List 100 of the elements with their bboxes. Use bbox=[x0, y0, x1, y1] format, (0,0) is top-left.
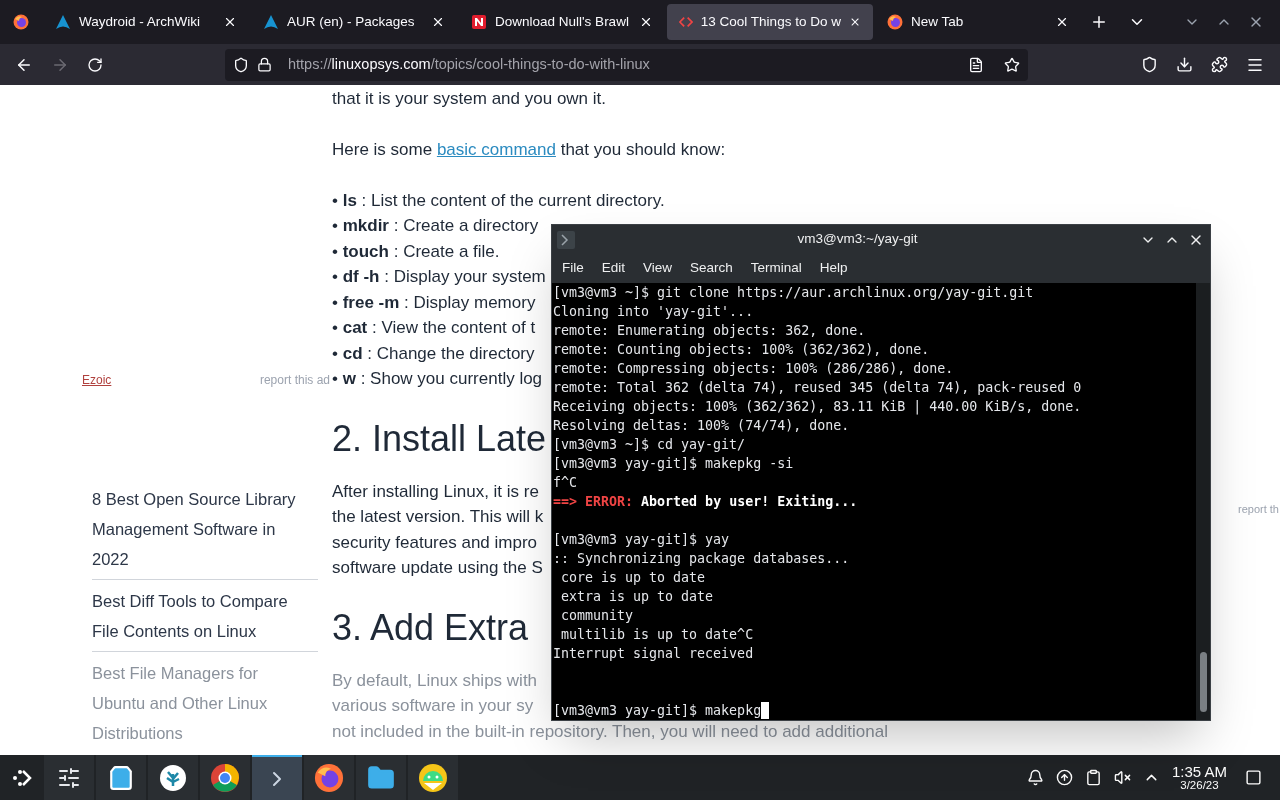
code-icon bbox=[679, 14, 693, 30]
paragraph-line: the latest version. This will k bbox=[332, 506, 544, 528]
menu-item[interactable]: Terminal bbox=[743, 258, 809, 279]
related-article-link[interactable]: 8 Best Open Source Library Management Software in 2022 bbox=[92, 484, 318, 580]
menu-item[interactable]: Search bbox=[683, 258, 740, 279]
reader-view-icon[interactable] bbox=[968, 56, 984, 73]
bullet-item: • df -h : Display your system bbox=[332, 266, 546, 288]
clipboard-icon[interactable] bbox=[1084, 769, 1102, 786]
terminal-line: multilib is up to date^C bbox=[560, 626, 755, 644]
terminal-line: Resolving deltas: 100% (74/74), done. bbox=[553, 417, 851, 435]
terminal-line: [vm3@vm3 ~]$ cd yay-git/ bbox=[553, 436, 747, 454]
menu-item[interactable]: View bbox=[636, 258, 680, 279]
terminal-line: remote: Total 362 (delta 74), reused 345 (delta 74), pack-reused 0 bbox=[553, 379, 1083, 397]
paragraph-text: Here is some bbox=[332, 140, 434, 159]
folder-icon bbox=[367, 763, 395, 792]
url-scheme: https:// bbox=[288, 55, 332, 72]
tab-title: New Tab bbox=[911, 12, 965, 31]
browser-tab[interactable]: New Tab bbox=[875, 4, 1081, 40]
bullet-item: • ls : List the content of the current directory. bbox=[332, 189, 665, 212]
new-tab-icon[interactable] bbox=[1090, 13, 1108, 31]
terminal-line: [vm3@vm3 yay-git]$ makepkg -si bbox=[553, 455, 795, 473]
tab-title: 13 Cool Things to Do w bbox=[700, 12, 841, 31]
window-title: vm3@vm3:~/yay-git bbox=[796, 230, 919, 249]
bullet-item: • w : Show you currently log bbox=[332, 368, 543, 390]
paragraph-line: software update using the S bbox=[332, 557, 543, 579]
error-label: ==> ERROR: bbox=[553, 494, 634, 509]
close-icon[interactable] bbox=[1055, 15, 1069, 29]
bullet-item: • touch : Create a file. bbox=[332, 240, 500, 263]
terminal-line: remote: Compressing objects: 100% (286/286), done. bbox=[553, 360, 955, 378]
paragraph-line: security features and impro bbox=[332, 531, 538, 554]
terminal-line: core is up to date bbox=[560, 569, 707, 587]
update-icon[interactable] bbox=[1055, 769, 1073, 786]
terminal-app-icon[interactable] bbox=[557, 230, 575, 249]
taskbar-app-button[interactable] bbox=[200, 755, 250, 800]
paragraph-text: that it is your system and you own it. bbox=[332, 88, 607, 110]
coral-app-icon bbox=[159, 763, 187, 792]
news-logo-icon bbox=[471, 14, 487, 30]
muted-speaker-icon[interactable] bbox=[1113, 769, 1131, 786]
terminal-line: [vm3@vm3 yay-git]$ yay bbox=[553, 531, 731, 549]
terminal-line: Cloning into 'yay-git'... bbox=[553, 303, 755, 321]
terminal-line: :: Synchronizing package databases... bbox=[553, 550, 851, 568]
terminal-line: remote: Counting objects: 100% (362/362), done. bbox=[553, 341, 931, 359]
terminal-line: [vm3@vm3 yay-git]$ makepkg bbox=[553, 702, 762, 720]
ad-label-link[interactable]: Ezoic bbox=[82, 371, 112, 389]
paragraph-line: After installing Linux, it is re bbox=[332, 480, 539, 503]
download-icon[interactable] bbox=[1176, 56, 1193, 73]
taskbar-app-button[interactable] bbox=[96, 755, 146, 800]
url-domain: linuxopsys.com bbox=[331, 55, 431, 72]
section-heading: 2. Install Late bbox=[332, 416, 547, 461]
taskbar-app-button[interactable] bbox=[44, 755, 94, 800]
address-field[interactable]: https://linuxopsys.com/topics/cool-things-to-do-with-linux bbox=[225, 48, 1028, 81]
terminal-line: [vm3@vm3 ~]$ git clone https://aur.archlinux.org/yay-git.git bbox=[553, 284, 1035, 302]
menu-item[interactable]: Edit bbox=[594, 258, 633, 279]
taskbar-app-button[interactable] bbox=[304, 755, 354, 800]
close-icon[interactable] bbox=[431, 15, 445, 29]
error-message: Aborted by user! Exiting... bbox=[640, 494, 858, 509]
reload-icon[interactable] bbox=[87, 56, 103, 73]
bell-icon[interactable] bbox=[1026, 769, 1044, 786]
lock-icon bbox=[257, 57, 272, 72]
bullet-item: • cat : View the content of t bbox=[332, 317, 536, 339]
show-desktop-icon[interactable] bbox=[1245, 769, 1262, 786]
browser-tab[interactable]: 13 Cool Things to Do w bbox=[667, 4, 873, 40]
menu-item[interactable]: Help bbox=[812, 258, 855, 279]
related-article-link[interactable]: Best Diff Tools to Compare File Contents on Linux bbox=[92, 586, 318, 652]
firefox-icon bbox=[887, 14, 903, 30]
paragraph-line: By default, Linux ships with bbox=[332, 669, 538, 692]
taskbar-app-button[interactable] bbox=[408, 755, 458, 800]
basic-command-link[interactable]: basic command bbox=[436, 140, 556, 159]
close-icon[interactable] bbox=[639, 15, 653, 29]
terminal-line: Receiving objects: 100% (362/362), 83.11 KiB | 440.00 KiB/s, done. bbox=[553, 398, 1083, 416]
url-path: /topics/cool-things-to-do-with-linux bbox=[430, 55, 650, 72]
terminal-line: community bbox=[560, 607, 635, 625]
arch-logo-icon bbox=[55, 14, 71, 30]
text-cursor bbox=[761, 702, 770, 719]
tab-title: AUR (en) - Packages bbox=[287, 12, 416, 31]
terminal-line: f^C bbox=[553, 474, 579, 492]
scrollbar-thumb[interactable] bbox=[1199, 652, 1207, 712]
clock[interactable]: 1:35 AM 3/26/23 bbox=[1171, 763, 1227, 792]
browser-tab[interactable]: Waydroid - ArchWiki bbox=[43, 4, 249, 40]
bullet-item: • cd : Change the directory bbox=[332, 342, 535, 365]
taskbar-app-button[interactable] bbox=[148, 755, 198, 800]
terminal-line: remote: Enumerating objects: 362, done. bbox=[553, 322, 867, 340]
firefox-icon bbox=[314, 762, 344, 793]
sliders-icon bbox=[57, 765, 81, 790]
terminal-line: extra is up to date bbox=[560, 588, 715, 606]
close-icon[interactable] bbox=[223, 15, 237, 29]
section-heading: 3. Add Extra bbox=[332, 605, 529, 650]
menu-item[interactable]: File bbox=[555, 258, 591, 279]
extensions-icon[interactable] bbox=[1211, 56, 1228, 73]
bullet-item: • mkdir : Create a directory bbox=[332, 215, 539, 237]
taskbar-app-button[interactable] bbox=[356, 755, 406, 800]
bookmark-star-icon[interactable] bbox=[1004, 56, 1020, 73]
browser-tab[interactable]: AUR (en) - Packages bbox=[251, 4, 457, 40]
paragraph-line: various software in your sy bbox=[332, 695, 534, 717]
terminal-line: Interrupt signal received bbox=[553, 645, 755, 663]
paragraph-text: that you should know: bbox=[559, 140, 726, 159]
shield-icon[interactable] bbox=[233, 56, 249, 73]
paragraph-line: not included in the built-in repository. Then, you will need to add additional bbox=[332, 720, 888, 743]
arch-logo-icon bbox=[263, 14, 279, 30]
browser-tab[interactable]: Download Null's Brawl bbox=[459, 4, 665, 40]
